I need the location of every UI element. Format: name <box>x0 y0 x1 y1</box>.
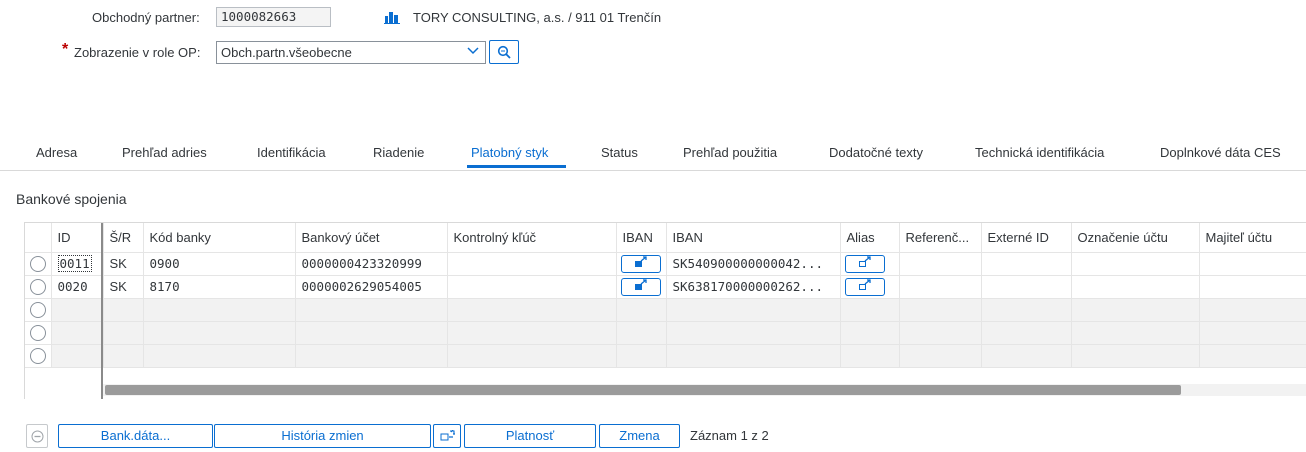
record-counter: Záznam 1 z 2 <box>690 428 769 443</box>
cell-account[interactable]: 0000000423320999 <box>295 252 448 276</box>
search-icon <box>497 45 511 62</box>
cell-iban[interactable]: SK540900000000042... <box>666 252 841 276</box>
tab-prehlad-adries[interactable]: Prehľad adries <box>122 145 207 160</box>
role-label: Zobrazenie v role OP: <box>74 45 201 60</box>
role-dropdown-value: Obch.partn.všeobecne <box>221 45 352 60</box>
select-column-header <box>25 223 52 253</box>
cell-id[interactable]: 0011 <box>51 252 104 276</box>
cell-account-name[interactable] <box>1071 275 1200 299</box>
cell-external-id[interactable] <box>981 252 1072 276</box>
tab-divider <box>0 170 1306 171</box>
column-header[interactable]: Š/R <box>103 223 144 253</box>
iban-detail-button[interactable] <box>620 254 661 273</box>
partner-label: Obchodný partner: <box>92 10 200 25</box>
tab-adresa[interactable]: Adresa <box>36 145 77 160</box>
column-header[interactable]: Kontrolný kľúč <box>447 223 617 253</box>
cell-check-key[interactable] <box>447 275 617 299</box>
row-select-radio[interactable] <box>30 324 46 341</box>
row-select-radio[interactable] <box>30 255 46 272</box>
iban-detail-button[interactable] <box>620 277 661 296</box>
cell-reference[interactable] <box>899 275 982 299</box>
required-marker: * <box>62 41 69 58</box>
tab-status[interactable]: Status <box>601 145 638 160</box>
open-detail-icon <box>858 278 871 290</box>
column-header[interactable]: ID <box>51 223 104 253</box>
chevron-down-icon[interactable] <box>467 44 479 61</box>
cell-reference[interactable] <box>899 252 982 276</box>
empty-table-row[interactable] <box>25 321 1306 345</box>
cell-external-id[interactable] <box>981 275 1072 299</box>
alias-button[interactable] <box>844 254 885 273</box>
column-header[interactable]: Majiteľ účtu <box>1199 223 1306 253</box>
tab-doplnkove-data-ces[interactable]: Doplnkové dáta CES <box>1160 145 1281 160</box>
tab-platobny-styk[interactable]: Platobný styk <box>471 145 548 160</box>
column-header[interactable]: IBAN <box>666 223 841 253</box>
change-button[interactable]: Zmena <box>599 424 680 448</box>
transfer-button[interactable] <box>433 424 461 448</box>
column-header[interactable]: Označenie účtu <box>1071 223 1200 253</box>
tab-technicka-identifikacia[interactable]: Technická identifikácia <box>975 145 1104 160</box>
section-title: Bankové spojenia <box>16 191 127 207</box>
empty-table-row[interactable] <box>25 298 1306 322</box>
cell-id[interactable]: 0020 <box>51 275 104 299</box>
tab-dodatocne-texty[interactable]: Dodatočné texty <box>829 145 923 160</box>
alias-button[interactable] <box>844 277 885 296</box>
tab-identifikacia[interactable]: Identifikácia <box>257 145 326 160</box>
row-select-radio[interactable] <box>30 301 46 318</box>
cell-holder[interactable] <box>1199 252 1306 276</box>
bank-accounts-table: ID Š/R Kód banky Bankový účet Kontrolný … <box>24 222 1306 399</box>
column-header[interactable]: IBAN <box>616 223 667 253</box>
minus-circle-icon <box>31 430 44 446</box>
open-detail-icon <box>858 255 871 267</box>
tab-prehlad-pouzitia[interactable]: Prehľad použitia <box>683 145 777 160</box>
active-tab-indicator <box>467 165 566 168</box>
cell-account-name[interactable] <box>1071 252 1200 276</box>
cell-country[interactable]: SK <box>103 252 144 276</box>
fixed-column-separator <box>101 223 103 399</box>
role-dropdown[interactable]: Obch.partn.všeobecne <box>216 41 486 64</box>
cell-check-key[interactable] <box>447 252 617 276</box>
partner-description: TORY CONSULTING, a.s. / 911 01 Trenčín <box>413 10 662 25</box>
column-header[interactable]: Kód banky <box>143 223 296 253</box>
tab-riadenie[interactable]: Riadenie <box>373 145 424 160</box>
search-button[interactable] <box>489 40 519 64</box>
bank-data-button[interactable]: Bank.dáta... <box>58 424 213 448</box>
scrollbar-thumb[interactable] <box>105 385 1181 395</box>
open-detail-icon <box>634 255 647 267</box>
organization-icon <box>384 10 400 27</box>
cell-bank-code[interactable]: 0900 <box>143 252 296 276</box>
row-select-radio[interactable] <box>30 278 46 295</box>
transfer-icon <box>440 429 455 446</box>
column-header[interactable]: Alias <box>840 223 900 253</box>
column-header[interactable]: Bankový účet <box>295 223 448 253</box>
table-header-row: ID Š/R Kód banky Bankový účet Kontrolný … <box>25 223 1306 253</box>
delete-row-button[interactable] <box>26 424 48 448</box>
open-detail-icon <box>634 278 647 290</box>
horizontal-scrollbar[interactable] <box>103 384 1306 396</box>
validity-button[interactable]: Platnosť <box>464 424 596 448</box>
table-row[interactable]: 0020 SK 8170 0000002629054005 SK63817000… <box>25 275 1306 299</box>
cell-holder[interactable] <box>1199 275 1306 299</box>
empty-table-row[interactable] <box>25 344 1306 368</box>
column-header[interactable]: Externé ID <box>981 223 1072 253</box>
cell-account[interactable]: 0000002629054005 <box>295 275 448 299</box>
cell-iban[interactable]: SK638170000000262... <box>666 275 841 299</box>
change-history-button[interactable]: História zmien <box>214 424 431 448</box>
cell-bank-code[interactable]: 8170 <box>143 275 296 299</box>
partner-id-field[interactable]: 1000082663 <box>216 7 331 27</box>
row-select-radio[interactable] <box>30 347 46 364</box>
table-row[interactable]: 0011 SK 0900 0000000423320999 SK54090000… <box>25 252 1306 276</box>
cell-country[interactable]: SK <box>103 275 144 299</box>
column-header[interactable]: Referenč... <box>899 223 982 253</box>
